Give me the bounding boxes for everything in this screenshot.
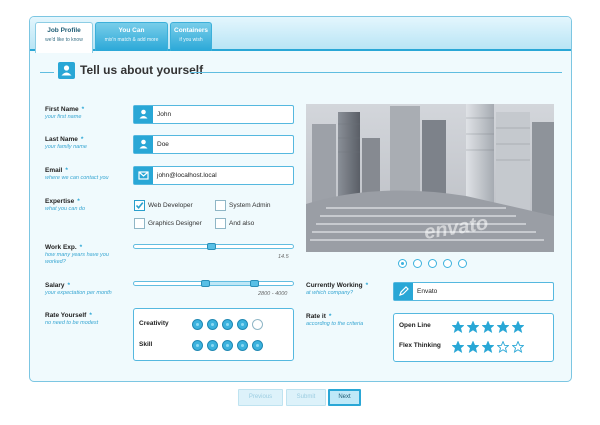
envelope-icon — [134, 167, 153, 184]
salary-label: Salary * — [45, 282, 71, 289]
tab-bar: Job Profile we'd like to know You Can mi… — [30, 17, 571, 53]
star-filled-icon[interactable] — [482, 341, 494, 353]
star-filled-icon[interactable] — [512, 321, 524, 333]
rating-dot[interactable] — [252, 319, 263, 330]
rate-yourself-label: Rate Yourself * — [45, 312, 92, 319]
company-value: Envato — [417, 288, 438, 295]
last-name-value: Doe — [157, 141, 169, 148]
pager-dot[interactable] — [443, 259, 452, 268]
rating-dot[interactable] — [192, 340, 203, 351]
rate-yourself-box — [133, 308, 294, 361]
salary-hint: your expectation per month — [45, 290, 112, 296]
star-filled-icon[interactable] — [452, 341, 464, 353]
rating-dot[interactable] — [207, 319, 218, 330]
submit-button[interactable]: Submit — [286, 389, 326, 406]
work-exp-label: Work Exp. * — [45, 244, 83, 251]
checkbox-label: Web Developer — [148, 202, 193, 209]
pager-dot[interactable] — [413, 259, 422, 268]
rating-dot[interactable] — [222, 319, 233, 330]
checkbox-and-also[interactable] — [215, 218, 226, 229]
first-name-field[interactable]: John — [133, 105, 294, 124]
star-filled-icon[interactable] — [452, 321, 464, 333]
user-icon — [58, 62, 75, 79]
heading-divider — [190, 72, 562, 73]
rating-dot[interactable] — [237, 319, 248, 330]
rating-dot[interactable] — [207, 340, 218, 351]
tab-subtitle: we'd like to know — [45, 37, 83, 43]
checkbox-label: Graphics Designer — [148, 220, 202, 227]
next-button[interactable]: Next — [328, 389, 361, 406]
rating-label: Skill — [139, 341, 153, 348]
slider-handle[interactable] — [207, 243, 216, 250]
tab-subtitle: if you wish — [179, 37, 203, 43]
star-filled-icon[interactable] — [467, 321, 479, 333]
expertise-hint: what you can do — [45, 206, 86, 212]
first-name-value: John — [157, 111, 172, 118]
email-hint: where we can contact you — [45, 175, 109, 181]
heading-divider — [40, 72, 54, 73]
rating-dot[interactable] — [222, 340, 233, 351]
rate-yourself-hint: no need to be modest — [45, 320, 99, 326]
user-icon — [134, 106, 153, 123]
page-title: Tell us about yourself — [80, 63, 204, 77]
rating-dot[interactable] — [192, 319, 203, 330]
salary-range — [205, 281, 255, 286]
rate-it-label: Rate it * — [306, 313, 332, 320]
slideshow-image: envato — [306, 104, 554, 252]
slider-handle-min[interactable] — [201, 280, 210, 287]
user-icon — [134, 136, 153, 153]
tab-containers[interactable]: Containers if you wish — [170, 22, 212, 51]
star-empty-icon[interactable] — [497, 341, 509, 353]
slider-handle-max[interactable] — [250, 280, 259, 287]
currently-working-label: Currently Working * — [306, 282, 369, 289]
star-filled-icon[interactable] — [482, 321, 494, 333]
tab-you-can[interactable]: You Can mix'n match & add more — [95, 22, 168, 51]
first-name-hint: your first name — [45, 114, 82, 120]
expertise-label: Expertise * — [45, 198, 80, 205]
email-label: Email * — [45, 167, 68, 174]
email-field[interactable]: john@localhost.local — [133, 166, 294, 185]
tab-title: Job Profile — [47, 27, 81, 34]
last-name-label: Last Name * — [45, 136, 84, 143]
previous-button[interactable]: Previous — [238, 389, 283, 406]
star-filled-icon[interactable] — [467, 341, 479, 353]
company-field[interactable]: Envato — [393, 282, 554, 301]
star-filled-icon[interactable] — [497, 321, 509, 333]
email-value: john@localhost.local — [157, 172, 217, 179]
last-name-hint: your family name — [45, 144, 87, 150]
last-name-field[interactable]: Doe — [133, 135, 294, 154]
tab-job-profile[interactable]: Job Profile we'd like to know — [35, 22, 93, 53]
checkbox-graphics-designer[interactable] — [134, 218, 145, 229]
currently-working-hint: at which company? — [306, 290, 354, 296]
checkbox-label: And also — [229, 220, 255, 227]
work-exp-hint: worked? — [45, 259, 66, 265]
rating-label: Creativity — [139, 320, 169, 327]
checkbox-label: System Admin — [229, 202, 271, 209]
work-exp-hint: how many years have you — [45, 252, 109, 258]
work-exp-value: 14.5 — [278, 254, 289, 260]
star-empty-icon[interactable] — [512, 341, 524, 353]
pencil-icon — [394, 283, 413, 300]
check-icon — [135, 202, 144, 210]
rating-label: Flex Thinking — [399, 342, 441, 349]
rating-label: Open Line — [399, 322, 431, 329]
checkbox-web-developer[interactable] — [134, 200, 145, 211]
rating-dot[interactable] — [252, 340, 263, 351]
salary-value: 2800 - 4000 — [258, 291, 288, 297]
rate-it-hint: according to the criteria — [306, 321, 364, 327]
pager-dot[interactable] — [398, 259, 407, 268]
tab-subtitle: mix'n match & add more — [104, 37, 159, 43]
tab-title: You Can — [118, 27, 145, 34]
pager-dot[interactable] — [428, 259, 437, 268]
tab-title: Containers — [174, 27, 208, 34]
pager-dot[interactable] — [458, 259, 467, 268]
checkbox-system-admin[interactable] — [215, 200, 226, 211]
first-name-label: First Name * — [45, 106, 85, 113]
rating-dot[interactable] — [237, 340, 248, 351]
